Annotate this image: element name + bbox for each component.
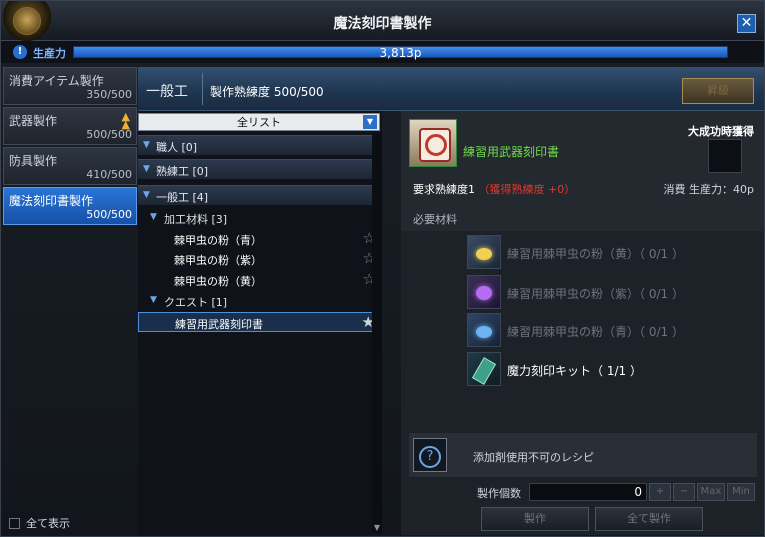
group-label: 一般工 [4]	[156, 191, 209, 204]
productivity-value: 3,813p	[379, 46, 422, 60]
quantity-label: 製作個数	[477, 487, 521, 500]
category-progress: 500/500	[86, 128, 132, 141]
productivity-cost: 消費 生産力：40p	[663, 183, 754, 196]
required-skill-text: 要求熟練度1	[413, 183, 475, 196]
category-label: 武器製作	[9, 114, 58, 128]
subgroup-quest[interactable]: ▼ クエスト [1]	[150, 292, 380, 310]
item-name: 練習用武器刻印書	[463, 145, 560, 159]
category-label: 防具製作	[9, 154, 58, 168]
purple-powder-icon[interactable]	[467, 275, 501, 309]
required-skill: 要求熟練度1 （獲得熟練度 +0）	[413, 181, 575, 197]
chevron-down-icon: ▼	[143, 190, 150, 200]
blue-powder-icon[interactable]	[467, 313, 501, 347]
max-button[interactable]: Max	[697, 483, 725, 501]
chevron-down-icon[interactable]: ▼	[363, 115, 377, 129]
great-success-label: 大成功時獲得	[688, 125, 754, 138]
group-expert[interactable]: ▼ 熟練工 [0]	[138, 159, 380, 179]
recipe-item-selected[interactable]: 練習用武器刻印書 ★	[138, 312, 380, 332]
rank-category: 一般工	[146, 84, 188, 100]
great-success-slot[interactable]	[708, 139, 742, 173]
recipe-item[interactable]: 棘甲虫の粉（黄） ☆	[138, 270, 380, 290]
chevron-down-icon: ▼	[143, 164, 150, 174]
window-title: 魔法刻印書製作	[333, 16, 432, 32]
title-bar[interactable]: 魔法刻印書製作 ✕	[1, 1, 764, 41]
show-all-toggle[interactable]: 全て表示	[9, 515, 70, 531]
category-progress: 350/500	[86, 88, 132, 101]
recipe-list: 全リスト ▼ ▼ 職人 [0] ▼ 熟練工 [0] ▼ 一般工 [4] ▼ 加工…	[138, 111, 382, 535]
decrease-button[interactable]: −	[673, 483, 695, 501]
rank-up-icon: ▲ ▲	[121, 110, 130, 131]
category-consumables[interactable]: 消費アイテム製作 350/500	[3, 67, 137, 105]
category-weapons[interactable]: 武器製作 ▲ ▲ 500/500	[3, 107, 137, 145]
category-label: 魔法刻印書製作	[9, 194, 94, 208]
header-strip: 一般工 製作熟練度 500/500 昇級	[138, 67, 764, 111]
list-scrollbar[interactable]	[372, 133, 382, 533]
recipe-label: 練習用武器刻印書	[175, 318, 263, 331]
engraving-kit-icon[interactable]	[467, 352, 501, 386]
subgroup-materials[interactable]: ▼ 加工材料 [3]	[150, 209, 380, 227]
crafting-window: 魔法刻印書製作 ✕ ! 生産力 3,813p 消費アイテム製作 350/500 …	[0, 0, 765, 537]
category-sidebar: 消費アイテム製作 350/500 武器製作 ▲ ▲ 500/500 防具製作 41…	[3, 67, 137, 535]
yellow-powder-icon[interactable]	[467, 235, 501, 269]
material-name: 練習用棘甲虫の粉（紫）（ 0/1 ）	[507, 287, 684, 301]
recipe-detail-panel: 練習用武器刻印書 大成功時獲得 要求熟練度1 （獲得熟練度 +0） 消費 生産力…	[401, 111, 764, 535]
category-label: 消費アイテム製作	[9, 74, 104, 88]
productivity-track: 3,813p	[73, 46, 728, 60]
material-name: 練習用棘甲虫の粉（青）（ 0/1 ）	[507, 325, 684, 339]
recipe-item[interactable]: 棘甲虫の粉（紫） ☆	[138, 249, 380, 269]
group-label: 熟練工 [0]	[156, 165, 209, 178]
skill-gain-text: （獲得熟練度 +0）	[478, 183, 576, 196]
productivity-bar: ! 生産力 3,813p	[1, 41, 764, 63]
chevron-down-icon: ▼	[150, 212, 157, 222]
subgroup-label: クエスト [1]	[164, 296, 228, 309]
filter-value: 全リスト	[237, 116, 281, 129]
category-magic-scrolls[interactable]: 魔法刻印書製作 500/500	[3, 187, 137, 225]
material-row[interactable]: 練習用棘甲虫の粉（紫）（ 0/1 ）	[467, 275, 747, 309]
additive-panel: ? 添加剤使用不可のレシピ	[409, 433, 757, 477]
chevron-down-icon: ▼	[143, 140, 150, 150]
category-progress: 410/500	[86, 168, 132, 181]
close-button[interactable]: ✕	[737, 14, 756, 33]
group-general[interactable]: ▼ 一般工 [4]	[138, 185, 380, 205]
material-name: 練習用棘甲虫の粉（黄）（ 0/1 ）	[507, 247, 684, 261]
productivity-label: 生産力	[33, 47, 66, 60]
category-progress: 500/500	[86, 208, 132, 221]
min-button[interactable]: Min	[727, 483, 755, 501]
skill-level: 製作熟練度 500/500	[210, 85, 324, 99]
additive-text: 添加剤使用不可のレシピ	[473, 451, 594, 464]
quantity-input[interactable]: 0	[529, 483, 647, 501]
scroll-down-icon[interactable]: ▼	[372, 523, 382, 533]
material-name: 魔力刻印キット（ 1/1 ）	[507, 364, 642, 378]
recipe-label: 棘甲虫の粉（紫）	[174, 254, 262, 267]
show-all-label: 全て表示	[26, 517, 70, 530]
group-label: 職人 [0]	[156, 141, 198, 154]
recipe-label: 棘甲虫の粉（青）	[174, 234, 262, 247]
material-row[interactable]: 魔力刻印キット（ 1/1 ）	[467, 352, 747, 386]
group-master[interactable]: ▼ 職人 [0]	[138, 135, 380, 155]
category-armor[interactable]: 防具製作 410/500	[3, 147, 137, 185]
show-all-checkbox[interactable]	[9, 517, 20, 529]
engraving-scroll-icon[interactable]	[409, 119, 457, 167]
recipe-header: 練習用武器刻印書 大成功時獲得 要求熟練度1 （獲得熟練度 +0） 消費 生産力…	[401, 111, 764, 231]
material-row[interactable]: 練習用棘甲虫の粉（青）（ 0/1 ）	[467, 313, 747, 347]
chevron-down-icon: ▼	[150, 295, 157, 305]
rank-up-button[interactable]: 昇級	[682, 78, 754, 104]
info-icon[interactable]: !	[13, 45, 27, 59]
recipe-label: 棘甲虫の粉（黄）	[174, 275, 262, 288]
material-row[interactable]: 練習用棘甲虫の粉（黄）（ 0/1 ）	[467, 235, 747, 269]
craft-button[interactable]: 製作	[481, 507, 589, 531]
craft-all-button[interactable]: 全て製作	[595, 507, 703, 531]
divider	[202, 73, 203, 105]
question-icon[interactable]: ?	[413, 438, 447, 472]
subgroup-label: 加工材料 [3]	[164, 213, 228, 226]
quantity-row: 製作個数 0 + − Max Min	[401, 483, 764, 503]
recipe-item[interactable]: 棘甲虫の粉（青） ☆	[138, 229, 380, 249]
craft-buttons: 製作 全て製作	[401, 507, 764, 533]
increase-button[interactable]: +	[649, 483, 671, 501]
list-filter-select[interactable]: 全リスト ▼	[138, 113, 380, 131]
materials-title: 必要材料	[413, 213, 457, 226]
